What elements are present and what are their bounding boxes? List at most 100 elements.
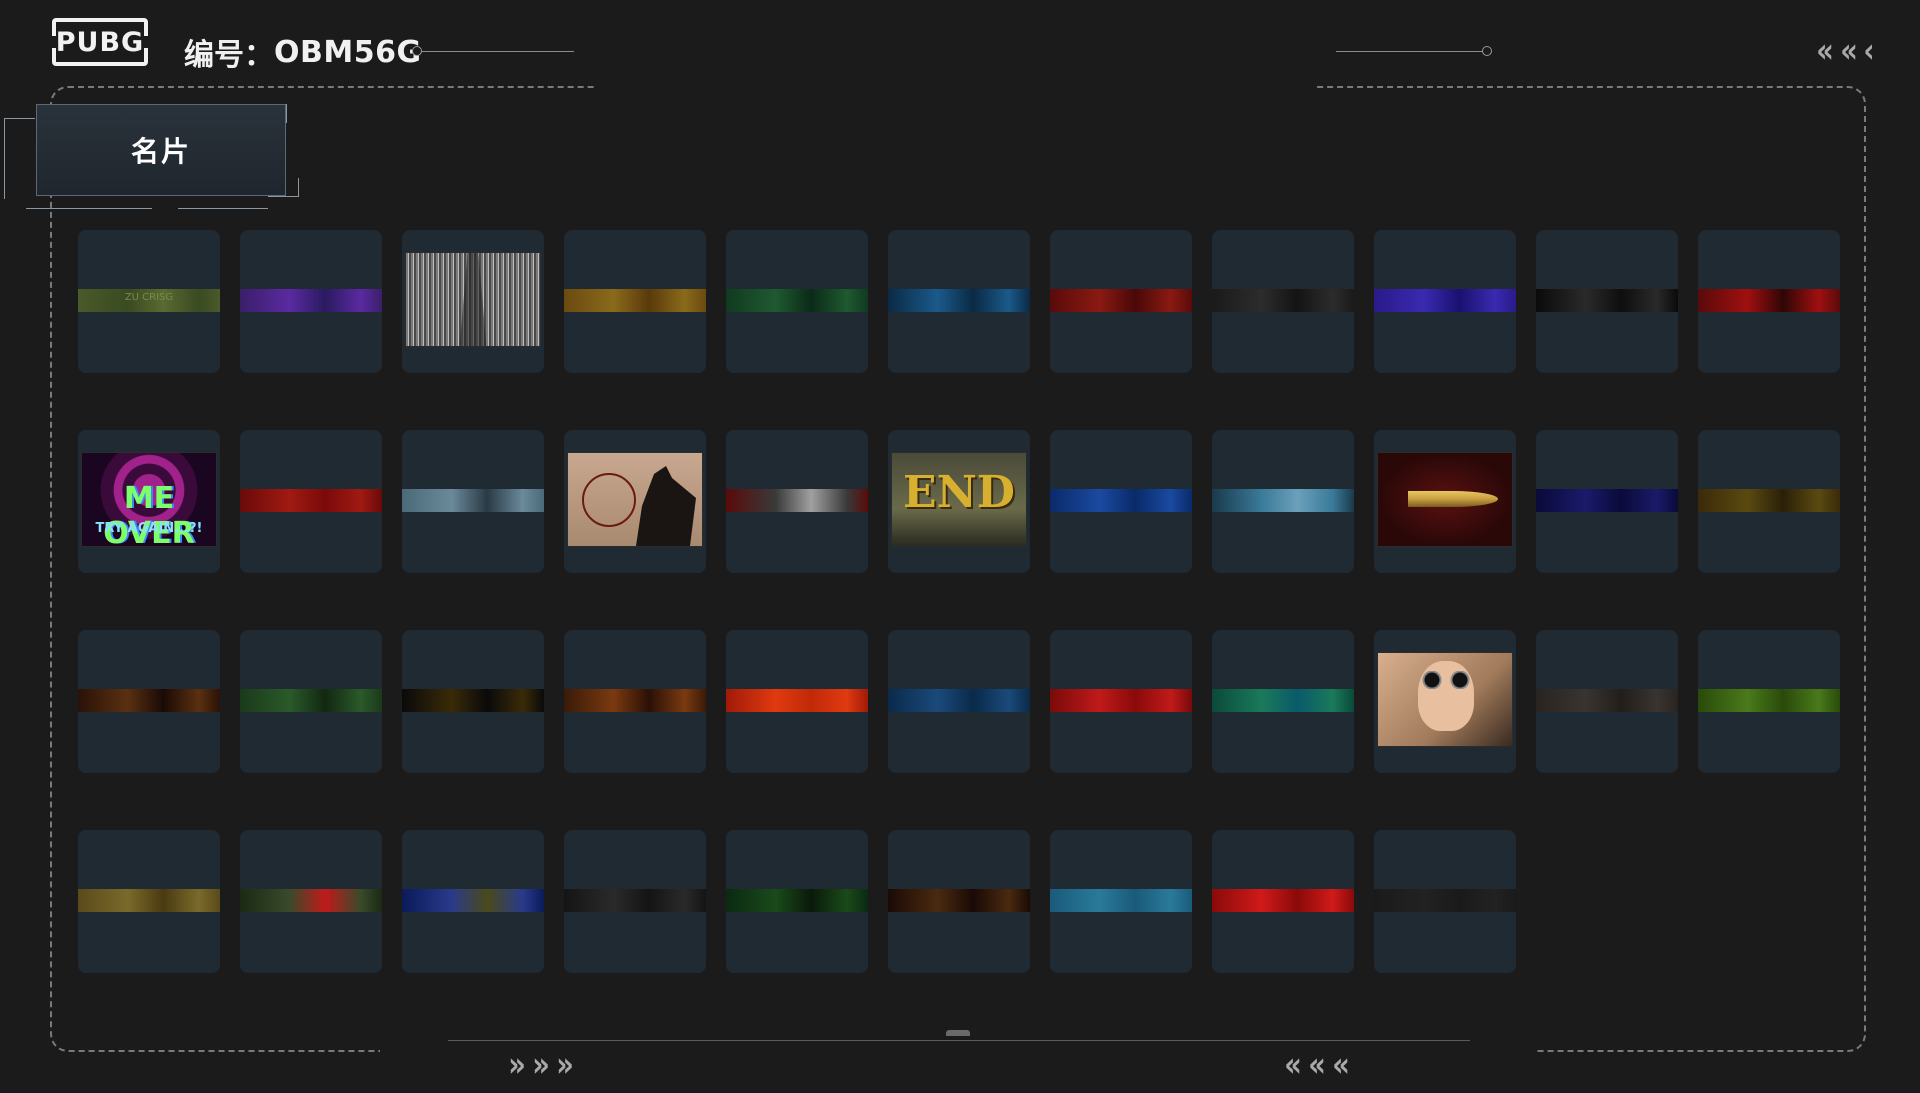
card-banner — [564, 689, 706, 712]
name-card-item[interactable] — [1698, 430, 1840, 573]
card-banner — [1536, 289, 1678, 312]
card-image: ME OVER TRY AGAIN...?! — [81, 452, 217, 547]
name-card-item[interactable] — [726, 630, 868, 773]
chevron-left-icon: « — [1284, 1045, 1302, 1085]
name-card-item[interactable]: END — [888, 430, 1030, 573]
tab-cards[interactable]: 名片 — [4, 104, 299, 212]
chevron-right-icon: » — [532, 1045, 550, 1085]
name-card-item[interactable] — [1050, 630, 1192, 773]
card-image: END — [891, 452, 1027, 547]
name-card-item[interactable] — [78, 830, 220, 973]
name-card-item[interactable] — [1212, 830, 1354, 973]
card-banner — [726, 889, 868, 912]
name-card-item[interactable]: ZU CRISG — [78, 230, 220, 373]
card-subcaption: TRY AGAIN...?! — [95, 521, 203, 536]
name-card-item[interactable] — [1374, 830, 1516, 973]
name-card-item[interactable] — [726, 430, 868, 573]
card-banner — [1212, 689, 1354, 712]
card-banner — [240, 689, 382, 712]
prev-page-button[interactable]: ««« — [1282, 1048, 1352, 1082]
card-banner — [1374, 889, 1516, 912]
name-card-item[interactable] — [564, 630, 706, 773]
scroll-handle[interactable] — [946, 1030, 970, 1036]
name-card-item[interactable] — [402, 630, 544, 773]
card-banner — [240, 889, 382, 912]
card-image — [405, 252, 541, 347]
card-banner — [726, 489, 868, 512]
player-id: 编号： OBM56G — [184, 30, 422, 74]
card-banner — [402, 489, 544, 512]
name-card-item[interactable] — [1374, 630, 1516, 773]
name-card-item[interactable] — [240, 630, 382, 773]
name-card-item[interactable] — [726, 830, 868, 973]
chevron-left-icon: « — [1332, 1045, 1350, 1085]
back-button[interactable]: ««‹ — [1814, 34, 1876, 68]
name-card-item[interactable] — [1374, 230, 1516, 373]
name-card-item[interactable] — [78, 630, 220, 773]
name-card-item[interactable] — [240, 230, 382, 373]
name-card-item[interactable] — [888, 830, 1030, 973]
card-caption: ME OVER — [103, 481, 195, 547]
player-id-label: 编号： — [184, 38, 274, 73]
chevron-right-icon: » — [556, 1045, 574, 1085]
card-banner — [1698, 489, 1840, 512]
name-card-item[interactable] — [564, 430, 706, 573]
name-card-item[interactable] — [1536, 430, 1678, 573]
name-card-item[interactable] — [888, 630, 1030, 773]
player-id-value: OBM56G — [274, 34, 422, 70]
card-banner — [564, 889, 706, 912]
name-card-item[interactable] — [888, 230, 1030, 373]
name-card-item[interactable] — [726, 230, 868, 373]
name-card-item[interactable] — [1050, 430, 1192, 573]
header-divider-right — [1336, 46, 1492, 56]
card-banner — [1212, 489, 1354, 512]
card-banner-text: ZU CRISG — [124, 292, 174, 303]
card-image — [567, 452, 703, 547]
name-card-item[interactable] — [1698, 630, 1840, 773]
name-card-item[interactable] — [1212, 230, 1354, 373]
name-card-item[interactable] — [402, 230, 544, 373]
name-card-item[interactable] — [1212, 630, 1354, 773]
name-card-item[interactable] — [1050, 230, 1192, 373]
name-card-item[interactable]: ME OVER TRY AGAIN...?! — [78, 430, 220, 573]
card-banner: ZU CRISG — [78, 289, 220, 312]
card-banner — [240, 289, 382, 312]
card-banner — [888, 889, 1030, 912]
card-banner — [888, 289, 1030, 312]
name-card-item[interactable] — [402, 830, 544, 973]
card-caption: END — [903, 467, 1015, 518]
tab-cards-label: 名片 — [130, 135, 191, 168]
card-image — [1377, 452, 1513, 547]
card-image — [1377, 652, 1513, 747]
card-banner — [1050, 689, 1192, 712]
name-card-item[interactable] — [240, 830, 382, 973]
pubg-logo: PUBG — [50, 18, 150, 66]
card-banner — [78, 889, 220, 912]
chevron-right-icon: » — [508, 1045, 526, 1085]
name-card-item[interactable] — [1698, 230, 1840, 373]
double-chevron-left-icon: « — [1816, 31, 1834, 71]
name-card-item[interactable] — [564, 830, 706, 973]
name-card-item[interactable] — [1536, 230, 1678, 373]
name-card-item[interactable] — [564, 230, 706, 373]
card-banner — [1050, 289, 1192, 312]
name-card-item[interactable] — [240, 430, 382, 573]
card-banner — [1536, 689, 1678, 712]
card-banner — [402, 889, 544, 912]
card-banner — [78, 689, 220, 712]
card-banner — [1212, 289, 1354, 312]
card-banner — [1050, 889, 1192, 912]
card-banner — [1536, 489, 1678, 512]
card-banner — [1698, 689, 1840, 712]
chevron-left-icon: « — [1308, 1045, 1326, 1085]
next-page-button[interactable]: »»» — [506, 1048, 576, 1082]
card-banner — [402, 689, 544, 712]
name-card-item[interactable] — [1212, 430, 1354, 573]
name-card-item[interactable] — [1536, 630, 1678, 773]
card-banner — [564, 289, 706, 312]
name-card-item[interactable] — [1050, 830, 1192, 973]
name-card-item[interactable] — [1374, 430, 1516, 573]
card-banner — [726, 689, 868, 712]
card-banner — [1374, 289, 1516, 312]
name-card-item[interactable] — [402, 430, 544, 573]
